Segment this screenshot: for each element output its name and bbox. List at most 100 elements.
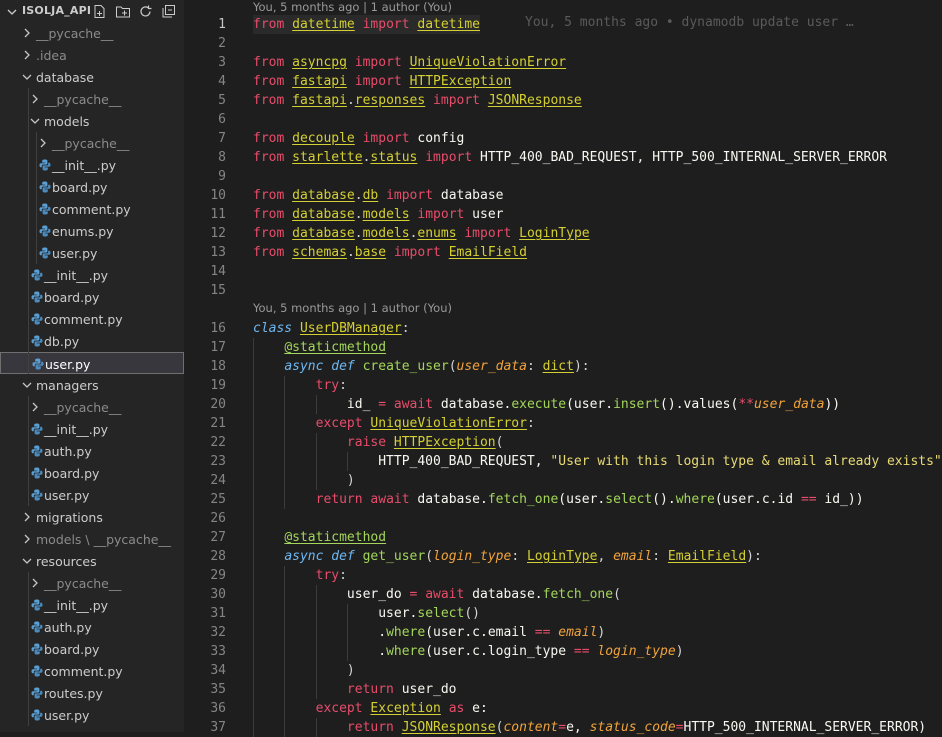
chevron-right-icon[interactable]	[30, 94, 40, 104]
code-token: EmailField	[448, 245, 527, 260]
chevron-right-icon[interactable]	[30, 578, 40, 588]
line-number: 33	[210, 644, 226, 659]
python-file-icon	[31, 643, 43, 655]
code-line[interactable]: HTTP_400_BAD_REQUEST, "User with this lo…	[253, 452, 942, 471]
code-line[interactable]: from starlette.status import HTTP_400_BA…	[253, 148, 887, 167]
code-line[interactable]: from decouple import config	[253, 129, 464, 148]
code-indent-guide	[316, 395, 317, 414]
code-token: UniqueViolationError	[409, 55, 567, 70]
line-number: 24	[210, 473, 226, 488]
code-token: ==	[534, 625, 551, 640]
code-line[interactable]: from datetime import datetime	[253, 15, 481, 34]
chevron-down-icon[interactable]	[30, 116, 40, 126]
tree-item-label: db.py	[44, 334, 80, 349]
line-number: 14	[210, 264, 226, 279]
line-number: 18	[210, 359, 226, 374]
code-token: await	[393, 397, 434, 412]
tree-item-label: __init__.py	[44, 422, 109, 437]
collapse-all-icon[interactable]	[159, 2, 178, 20]
chevron-down-icon[interactable]	[7, 7, 17, 17]
code-token: import	[362, 131, 410, 146]
new-file-icon[interactable]	[90, 2, 109, 20]
code-line[interactable]: raise HTTPException(	[253, 433, 504, 452]
code-line[interactable]: class UserDBManager:	[253, 319, 410, 338]
line-number: 31	[210, 606, 226, 621]
code-token: except	[315, 701, 363, 716]
code-line[interactable]: try:	[253, 566, 347, 585]
code-line[interactable]: .where(user.c.login_type == login_type)	[253, 642, 683, 661]
code-token: return	[346, 720, 394, 735]
tree-item-label: __pycache__	[36, 26, 114, 41]
codelens-author[interactable]: You, 5 months ago | 1 author (You)	[253, 0, 452, 14]
code-line[interactable]: id_ = await database.execute(user.insert…	[253, 395, 840, 414]
code-line[interactable]: .where(user.c.email == email)	[253, 623, 605, 642]
code-line[interactable]: from database.db import database	[253, 186, 504, 205]
code-token: LoginType	[526, 549, 598, 564]
tree-folder-resources[interactable]: resources	[0, 550, 184, 572]
chevron-down-icon[interactable]	[22, 380, 32, 390]
code-line[interactable]: from schemas.base import EmailField	[253, 243, 527, 262]
code-token: :	[526, 359, 543, 374]
line-number: 32	[210, 625, 226, 640]
tree-folder-models[interactable]: models \ __pycache__	[0, 528, 184, 550]
code-token: models	[362, 226, 410, 241]
tree-folder-migrations[interactable]: migrations	[0, 506, 184, 528]
line-number: 20	[210, 397, 226, 412]
code-line[interactable]: async def get_user(login_type: LoginType…	[253, 547, 762, 566]
code-token: )	[253, 663, 355, 678]
python-file-icon	[39, 181, 51, 193]
code-line[interactable]: )	[253, 661, 355, 680]
code-token: (user.	[566, 397, 614, 412]
line-number: 12	[210, 226, 226, 241]
code-line[interactable]: @staticmethod	[253, 338, 386, 357]
python-file-icon	[31, 621, 43, 633]
chevron-right-icon[interactable]	[38, 138, 48, 148]
code-line[interactable]: except UniqueViolationError:	[253, 414, 535, 433]
code-line[interactable]: from asyncpg import UniqueViolationError	[253, 53, 566, 72]
tree-folder-idea[interactable]: .idea	[0, 44, 184, 66]
code-line[interactable]: @staticmethod	[253, 528, 386, 547]
code-line[interactable]: from database.models import user	[253, 205, 504, 224]
chevron-right-icon[interactable]	[30, 402, 40, 412]
code-line[interactable]: return await database.fetch_one(user.sel…	[253, 490, 864, 509]
code-line[interactable]: user.select()	[253, 604, 480, 623]
chevron-down-icon[interactable]	[22, 72, 32, 82]
tree-folder-pycache[interactable]: __pycache__	[0, 22, 184, 44]
code-line[interactable]: async def create_user(user_data: dict):	[253, 357, 589, 376]
code-token: )	[253, 473, 355, 488]
line-number: 26	[210, 511, 226, 526]
chevron-down-icon[interactable]	[22, 556, 32, 566]
chevron-right-icon[interactable]	[22, 50, 32, 60]
code-token: import	[417, 207, 465, 222]
line-number: 11	[210, 207, 226, 222]
code-line[interactable]: from fastapi import HTTPException	[253, 72, 511, 91]
chevron-right-icon[interactable]	[22, 534, 32, 544]
tree-folder-database[interactable]: database	[0, 66, 184, 88]
code-token: )	[597, 625, 606, 640]
tree-folder-managers[interactable]: managers	[0, 374, 184, 396]
code-line[interactable]: )	[253, 471, 355, 490]
code-line[interactable]: from database.models.enums import LoginT…	[253, 224, 590, 243]
chevron-right-icon[interactable]	[22, 28, 32, 38]
code-token: async	[284, 359, 324, 374]
tree-item-label: board.py	[44, 290, 100, 305]
new-folder-icon[interactable]	[113, 2, 132, 20]
code-line[interactable]: except Exception as e:	[253, 699, 488, 718]
refresh-icon[interactable]	[136, 2, 155, 20]
workspace-title[interactable]: ISOLJA_API	[22, 4, 91, 17]
code-line[interactable]: try:	[253, 376, 347, 395]
code-line[interactable]: from fastapi.responses import JSONRespon…	[253, 91, 582, 110]
indent-guide	[36, 132, 37, 264]
codelens-author[interactable]: You, 5 months ago | 1 author (You)	[253, 301, 452, 315]
code-line[interactable]: return JSONResponse(content=e, status_co…	[253, 718, 926, 737]
line-number: 30	[210, 587, 226, 602]
chevron-right-icon[interactable]	[22, 512, 32, 522]
line-number: 19	[210, 378, 226, 393]
explorer-sidebar: ISOLJA_API __pycache__ .idea database __pyc…	[0, 0, 184, 732]
code-token: decouple	[292, 131, 355, 146]
code-line[interactable]: user_do = await database.fetch_one(	[253, 585, 621, 604]
